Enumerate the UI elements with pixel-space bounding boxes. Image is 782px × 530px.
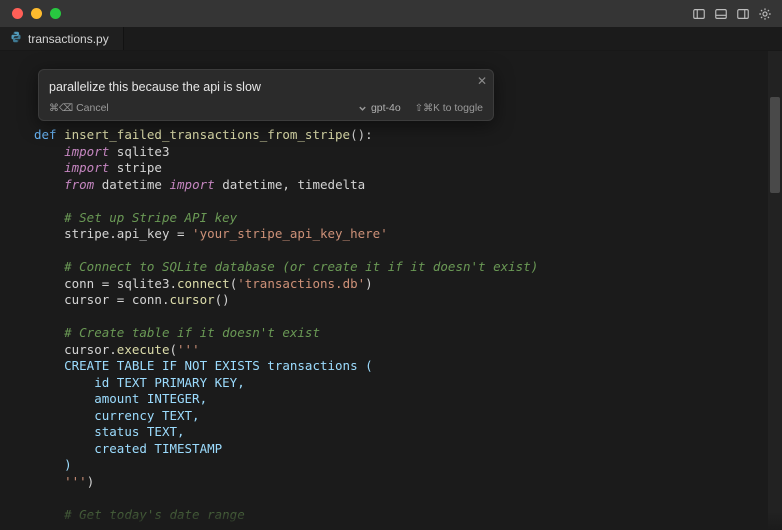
cancel-shortcut: ⌘⌫	[49, 103, 73, 114]
meth-execute: execute	[117, 342, 170, 357]
assign-apikey: stripe.api_key =	[64, 226, 192, 241]
fn-name: insert_failed_transactions_from_stripe	[64, 127, 350, 142]
panel-left-icon[interactable]	[690, 5, 708, 23]
kw-import: import	[64, 160, 109, 175]
toggle-label: to toggle	[443, 102, 483, 114]
panel-bottom-icon[interactable]	[712, 5, 730, 23]
title-actions	[690, 5, 774, 23]
assign-conn: conn = sqlite3.	[64, 276, 177, 291]
close-icon[interactable]: ✕	[477, 74, 487, 88]
zoom-window-icon[interactable]	[50, 8, 61, 19]
toggle-hint: ⇧⌘K to toggle	[415, 102, 483, 114]
ddl-line: id TEXT PRIMARY KEY,	[64, 375, 245, 390]
tabbar: transactions.py	[0, 27, 782, 51]
ai-prompt-box: ✕ parallelize this because the api is sl…	[38, 69, 494, 121]
chevron-down-icon	[358, 104, 367, 113]
titlebar	[0, 0, 782, 27]
kw-import: import	[170, 177, 215, 192]
ddl-line: )	[64, 457, 72, 472]
cancel-label: Cancel	[76, 102, 109, 114]
cursor-call: cursor.	[64, 342, 117, 357]
names-datetime: datetime, timedelta	[222, 177, 365, 192]
str-triple-close: '''	[64, 474, 87, 489]
tab-transactions[interactable]: transactions.py	[0, 27, 124, 50]
gear-icon[interactable]	[756, 5, 774, 23]
str-db: 'transactions.db'	[237, 276, 365, 291]
close-window-icon[interactable]	[12, 8, 23, 19]
ddl-line: created TIMESTAMP	[64, 441, 222, 456]
python-file-icon	[10, 31, 22, 46]
str-apikey: 'your_stripe_api_key_here'	[192, 226, 388, 241]
comment: # Set up Stripe API key	[64, 210, 237, 225]
ddl-line: status TEXT,	[64, 424, 184, 439]
cancel-hint[interactable]: ⌘⌫ Cancel	[49, 102, 109, 114]
window-controls	[12, 8, 61, 19]
ddl-line: CREATE TABLE IF NOT EXISTS transactions …	[64, 358, 373, 373]
comment: # Connect to SQLite database (or create …	[64, 259, 538, 274]
mod-sqlite3: sqlite3	[117, 144, 170, 159]
model-selector[interactable]: gpt-4o	[358, 102, 401, 114]
scrollbar-vertical[interactable]	[768, 51, 782, 530]
str-triple-open: '''	[177, 342, 200, 357]
model-name: gpt-4o	[371, 102, 401, 114]
panel-right-icon[interactable]	[734, 5, 752, 23]
ddl-line: currency TEXT,	[64, 408, 199, 423]
toggle-shortcut: ⇧⌘K	[415, 103, 440, 114]
minimize-window-icon[interactable]	[31, 8, 42, 19]
editor-fade	[0, 512, 782, 530]
kw-from: from	[64, 177, 94, 192]
meth-cursor: cursor	[169, 292, 214, 307]
mod-stripe: stripe	[117, 160, 162, 175]
paren: ():	[350, 127, 373, 142]
scroll-thumb[interactable]	[770, 97, 780, 193]
editor-area: ✕ parallelize this because the api is sl…	[0, 51, 782, 530]
kw-import: import	[64, 144, 109, 159]
prompt-input[interactable]: parallelize this because the api is slow	[49, 78, 483, 102]
kw-def: def	[34, 127, 57, 142]
mod-datetime: datetime	[102, 177, 162, 192]
comment: # Create table if it doesn't exist	[64, 325, 320, 340]
tab-filename: transactions.py	[28, 32, 109, 46]
code-editor[interactable]: def insert_failed_transactions_from_stri…	[0, 51, 782, 530]
ddl-line: amount INTEGER,	[64, 391, 207, 406]
meth-connect: connect	[177, 276, 230, 291]
assign-cursor: cursor = conn.	[64, 292, 169, 307]
